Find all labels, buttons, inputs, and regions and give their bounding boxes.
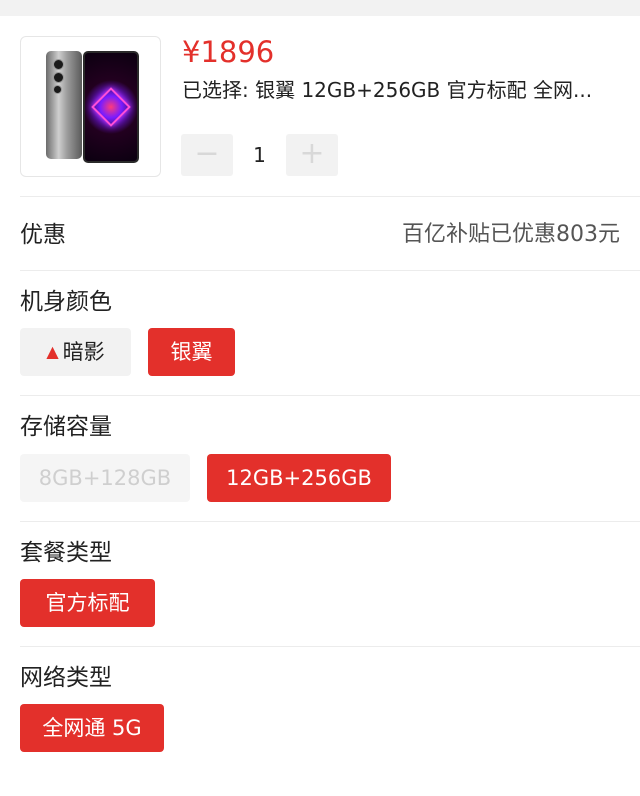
- wallpaper-diamond: [91, 87, 131, 127]
- package-option-label: 官方标配: [45, 591, 130, 615]
- color-option-shadow[interactable]: ▲ 暗影: [20, 328, 131, 376]
- storage-option-8gb-128gb[interactable]: 8GB+128GB: [20, 454, 190, 502]
- phone-front-image: [83, 51, 139, 163]
- network-option-5g[interactable]: 全网通 5G: [20, 704, 164, 752]
- storage-section-title: 存储容量: [20, 414, 112, 440]
- storage-option-label: 12GB+256GB: [226, 466, 372, 490]
- divider: [20, 521, 640, 522]
- divider: [20, 395, 640, 396]
- camera-icon: [53, 59, 64, 70]
- selected-spec-text: 已选择: 银翼 12GB+256GB 官方标配 全网...: [182, 78, 593, 102]
- camera-icon: [53, 72, 64, 83]
- storage-option-label: 8GB+128GB: [38, 466, 172, 490]
- color-option-label: 暗影: [62, 340, 105, 364]
- color-option-silver-wing[interactable]: 银翼: [148, 328, 235, 376]
- increase-quantity-button[interactable]: +: [286, 134, 338, 176]
- flame-icon: ▲: [46, 342, 59, 361]
- quantity-value[interactable]: 1: [233, 134, 286, 176]
- package-section-title: 套餐类型: [20, 540, 112, 566]
- product-thumbnail: [20, 36, 161, 177]
- divider: [20, 270, 640, 271]
- camera-icon: [53, 85, 62, 94]
- color-option-label: 银翼: [170, 340, 213, 364]
- promo-label: 优惠: [20, 222, 66, 248]
- phone-back-image: [46, 51, 82, 159]
- divider: [20, 646, 640, 647]
- top-bar: [0, 0, 640, 16]
- divider: [20, 196, 640, 197]
- storage-option-12gb-256gb[interactable]: 12GB+256GB: [207, 454, 391, 502]
- decrease-quantity-button[interactable]: −: [181, 134, 233, 176]
- product-summary: ¥1896 已选择: 银翼 12GB+256GB 官方标配 全网... − 1 …: [20, 35, 640, 177]
- product-price: ¥1896: [182, 35, 275, 69]
- color-section-title: 机身颜色: [20, 289, 112, 315]
- promo-value[interactable]: 百亿补贴已优惠803元: [402, 219, 620, 251]
- network-option-label: 全网通 5G: [42, 716, 142, 740]
- package-option-official[interactable]: 官方标配: [20, 579, 155, 627]
- network-section-title: 网络类型: [20, 665, 112, 691]
